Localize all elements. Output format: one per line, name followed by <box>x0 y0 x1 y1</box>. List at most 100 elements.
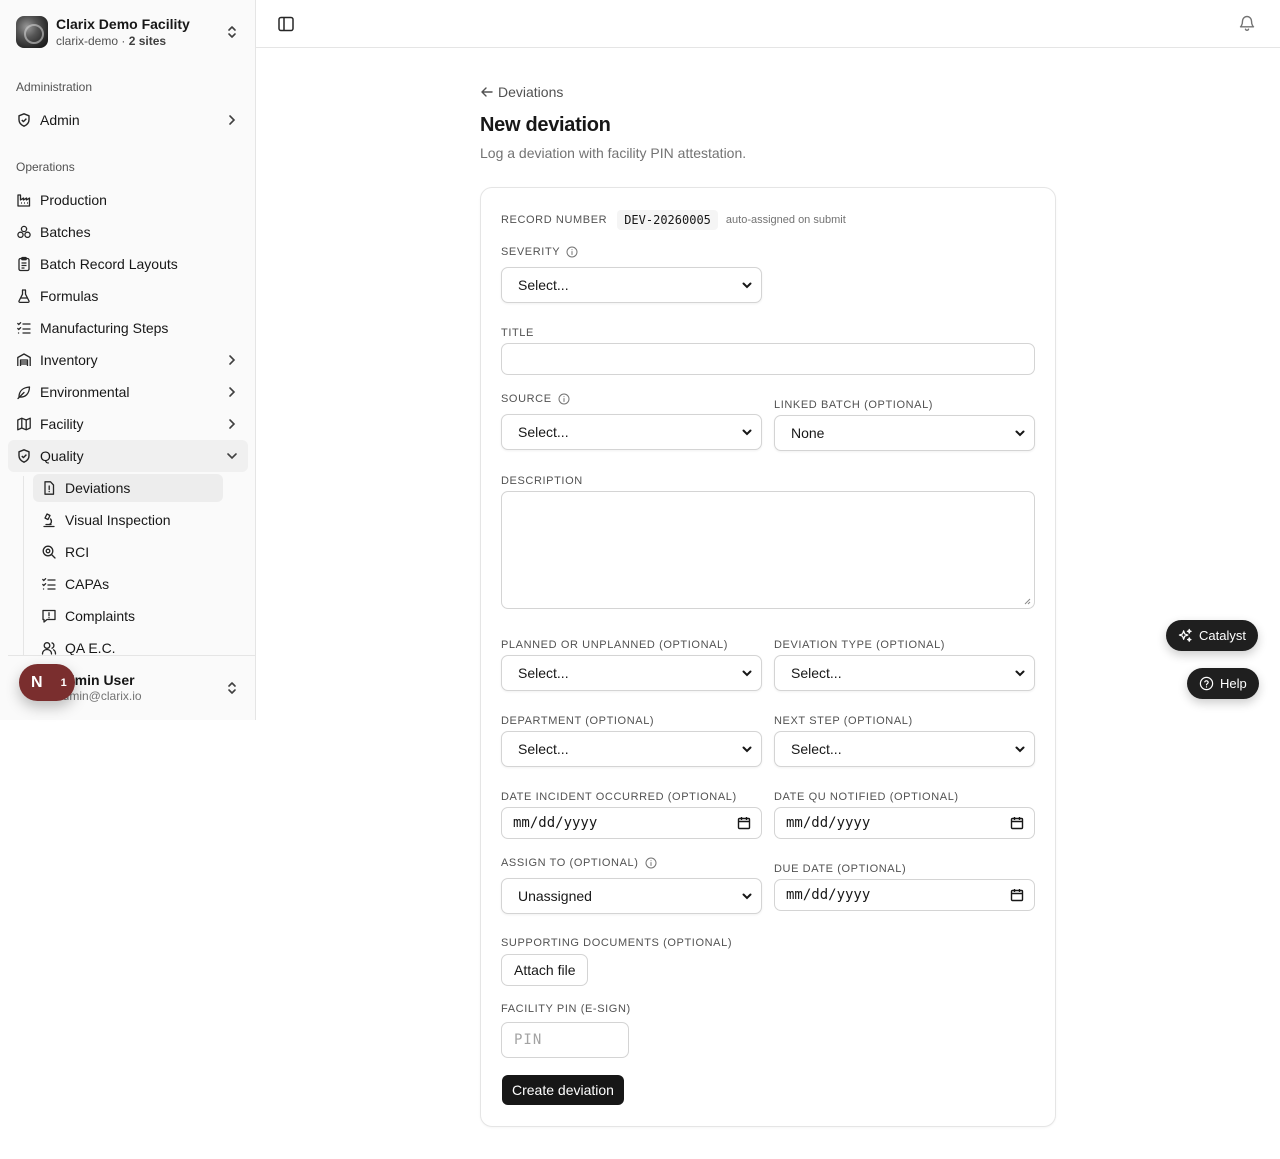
source-label: SOURCE <box>501 393 570 405</box>
sidebar-item-label: Production <box>40 192 107 208</box>
linked-batch-select[interactable]: None <box>774 415 1035 451</box>
chevron-down-icon <box>742 893 752 900</box>
info-icon[interactable] <box>566 246 578 258</box>
sidebar-subitem-capas[interactable]: CAPAs <box>33 570 223 598</box>
source-select[interactable]: Select... <box>501 414 762 450</box>
factory-icon <box>17 194 31 207</box>
sidebar-toggle-icon[interactable] <box>276 14 296 34</box>
sidebar-subitem-qa-ec[interactable]: QA E.C. <box>33 634 223 662</box>
warehouse-icon <box>17 353 31 366</box>
help-button[interactable]: Help <box>1187 668 1259 699</box>
linked-batch-select-value: None <box>791 425 825 441</box>
description-textarea[interactable] <box>501 491 1035 609</box>
title-input[interactable] <box>501 343 1035 375</box>
date-incident-input[interactable]: mm/dd/yyyy <box>501 807 762 839</box>
next-step-label: NEXT STEP (OPTIONAL) <box>774 715 913 727</box>
title-label: TITLE <box>501 327 534 339</box>
assign-to-select-value: Unassigned <box>518 888 592 904</box>
date-incident-label: DATE INCIDENT OCCURRED (OPTIONAL) <box>501 791 737 803</box>
org-switcher[interactable]: Clarix Demo Facility clarix-demo · 2 sit… <box>8 8 248 56</box>
sidebar-item-label: Quality <box>40 448 84 464</box>
sidebar-subitem-label: QA E.C. <box>65 640 116 656</box>
notifications-fab[interactable]: N 1 <box>19 664 75 701</box>
chevron-down-icon <box>742 746 752 753</box>
sidebar-item-label: Batches <box>40 224 91 240</box>
list-checks-icon <box>42 578 56 590</box>
calendar-icon[interactable] <box>1010 888 1024 902</box>
sidebar-item-inventory[interactable]: Inventory <box>8 344 248 376</box>
date-qu-value: mm/dd/yyyy <box>786 815 871 831</box>
microscope-icon <box>43 513 55 528</box>
help-button-label: Help <box>1220 676 1247 691</box>
sidebar-item-formulas[interactable]: Formulas <box>8 280 248 312</box>
department-select[interactable]: Select... <box>501 731 762 767</box>
deviation-type-select-value: Select... <box>791 665 842 681</box>
org-name: Clarix Demo Facility <box>56 16 190 32</box>
sidebar-item-label: Inventory <box>40 352 98 368</box>
date-qu-label: DATE QU NOTIFIED (OPTIONAL) <box>774 791 959 803</box>
catalyst-button[interactable]: Catalyst <box>1166 620 1258 651</box>
planned-select[interactable]: Select... <box>501 655 762 691</box>
bell-icon[interactable] <box>1238 14 1256 32</box>
assign-to-select[interactable]: Unassigned <box>501 878 762 914</box>
create-deviation-button[interactable]: Create deviation <box>502 1075 624 1105</box>
assign-to-label-text: ASSIGN TO (OPTIONAL) <box>501 857 639 869</box>
org-slug: clarix-demo <box>56 34 119 48</box>
chevron-down-icon <box>1015 746 1025 753</box>
chevron-right-icon <box>229 419 236 429</box>
submenu-guide-line <box>23 476 24 656</box>
severity-label-text: SEVERITY <box>501 246 561 258</box>
back-link-label: Deviations <box>498 84 564 100</box>
sidebar-item-quality[interactable]: Quality <box>8 440 248 472</box>
sidebar-subitem-deviations[interactable]: Deviations <box>33 474 223 502</box>
page-subtitle: Log a deviation with facility PIN attest… <box>480 145 747 161</box>
sidebar-subitem-rci[interactable]: RCI <box>33 538 223 566</box>
sidebar-item-facility[interactable]: Facility <box>8 408 248 440</box>
list-checks-icon <box>17 322 31 334</box>
top-bar <box>256 0 1280 48</box>
sidebar: Clarix Demo Facility clarix-demo · 2 sit… <box>0 0 256 720</box>
deviation-type-select[interactable]: Select... <box>774 655 1035 691</box>
chevron-right-icon <box>229 355 236 365</box>
sidebar-item-manufacturing-steps[interactable]: Manufacturing Steps <box>8 312 248 344</box>
sidebar-item-environmental[interactable]: Environmental <box>8 376 248 408</box>
calendar-icon[interactable] <box>737 816 751 830</box>
chevron-right-icon <box>229 387 236 397</box>
back-link[interactable]: Deviations <box>480 84 563 100</box>
resize-grip-icon[interactable] <box>1023 597 1031 605</box>
sidebar-item-admin[interactable]: Admin <box>8 104 248 136</box>
info-icon[interactable] <box>558 393 570 405</box>
sidebar-item-production[interactable]: Production <box>8 184 248 216</box>
sidebar-item-label: Facility <box>40 416 84 432</box>
planned-select-value: Select... <box>518 665 569 681</box>
group-label-administration: Administration <box>16 80 93 94</box>
due-date-input[interactable]: mm/dd/yyyy <box>774 879 1035 911</box>
message-alert-icon <box>42 609 56 623</box>
date-qu-input[interactable]: mm/dd/yyyy <box>774 807 1035 839</box>
sidebar-subitem-visual-inspection[interactable]: Visual Inspection <box>33 506 223 534</box>
sidebar-item-batches[interactable]: Batches <box>8 216 248 248</box>
chevron-down-icon <box>1015 430 1025 437</box>
record-number-hint: auto-assigned on submit <box>725 214 846 226</box>
user-email: admin@clarix.io <box>56 689 142 703</box>
sidebar-subitem-complaints[interactable]: Complaints <box>33 602 223 630</box>
next-step-select[interactable]: Select... <box>774 731 1035 767</box>
group-label-operations: Operations <box>16 160 75 174</box>
due-date-label: DUE DATE (OPTIONAL) <box>774 863 907 875</box>
clipboard-icon <box>18 256 30 272</box>
source-label-text: SOURCE <box>501 393 552 405</box>
sidebar-subitem-label: CAPAs <box>65 576 110 592</box>
severity-select[interactable]: Select... <box>501 267 762 303</box>
description-label: DESCRIPTION <box>501 475 583 487</box>
record-number-label: RECORD NUMBER <box>501 214 608 226</box>
due-date-value: mm/dd/yyyy <box>786 887 871 903</box>
sidebar-item-batch-record-layouts[interactable]: Batch Record Layouts <box>8 248 248 280</box>
attach-file-button[interactable]: Attach file <box>501 954 589 986</box>
calendar-icon[interactable] <box>1010 816 1024 830</box>
info-icon[interactable] <box>645 857 657 869</box>
chevron-down-icon <box>742 429 752 436</box>
facility-pin-input[interactable]: PIN <box>501 1022 629 1058</box>
chevron-right-icon <box>229 115 236 125</box>
arrow-left-icon <box>481 87 493 97</box>
deviation-type-label: DEVIATION TYPE (OPTIONAL) <box>774 639 946 651</box>
